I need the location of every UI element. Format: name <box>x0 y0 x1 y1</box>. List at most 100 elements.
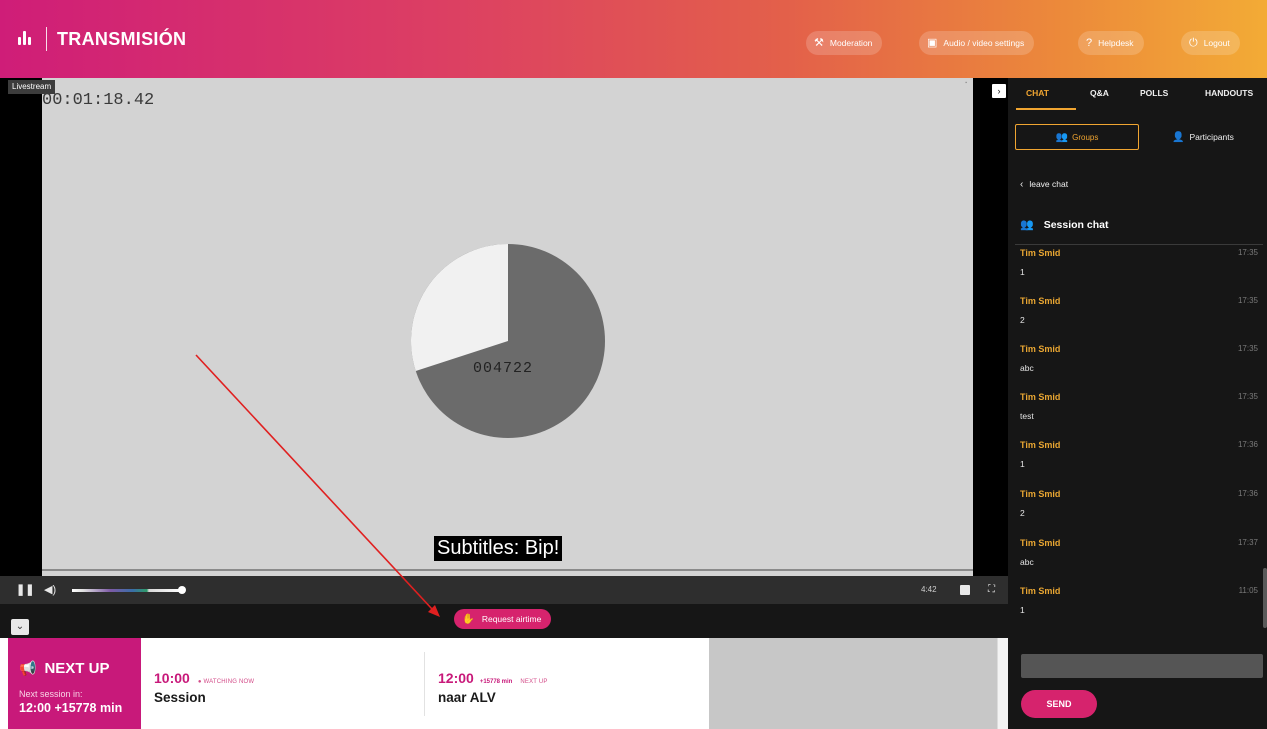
participants-label: Participants <box>1189 132 1234 142</box>
tab-chat[interactable]: CHAT <box>1026 78 1049 108</box>
message-time: 17:37 <box>1237 538 1258 547</box>
message-time: 11:05 <box>1238 586 1258 595</box>
frame-counter: 004722 <box>473 360 534 377</box>
message-text: abc <box>1020 363 1034 373</box>
chat-message: Tim Smid 17:36 1 <box>1020 438 1258 486</box>
participants-button[interactable]: 👤 Participants <box>1172 124 1234 150</box>
message-time: 17:35 <box>1237 248 1258 257</box>
help-icon: ? <box>1086 36 1093 49</box>
video-frame[interactable]: 00:01:18.42 ▪ 004722 Subtitles: Bip! <box>42 78 973 576</box>
session-time-row: 12:00 +15778 min NEXT UP <box>438 670 548 686</box>
chat-message: Tim Smid 17:35 test <box>1020 390 1258 438</box>
session-name: Session <box>154 690 206 705</box>
test-pattern-pie <box>411 244 605 438</box>
session-status-tag: ● WATCHING NOW <box>197 679 255 685</box>
next-up-panel: 📢 NEXT UP Next session in: 12:00 +15778 … <box>8 638 141 729</box>
message-text: 1 <box>1020 605 1025 615</box>
groups-label: Groups <box>1072 132 1099 142</box>
groups-button[interactable]: 👥 Groups <box>1015 124 1139 150</box>
chat-message: Tim Smid 17:35 1 <box>1020 246 1258 294</box>
volume-knob[interactable] <box>177 586 186 594</box>
brand-logo[interactable]: TRANSMISIÓN <box>16 27 186 51</box>
top-header: TRANSMISIÓN ⚒ Moderation ▣ Audio / video… <box>0 0 1267 78</box>
chat-tabs: CHAT Q&A POLLS HANDOUTS <box>1008 78 1267 110</box>
chat-message-input[interactable] <box>1021 654 1263 678</box>
session-time: 12:00 <box>438 670 474 686</box>
message-time: 17:36 <box>1237 489 1258 498</box>
next-up-placeholder <box>709 638 997 729</box>
message-author: Tim Smid <box>1020 296 1061 306</box>
person-icon: 👤 <box>1172 131 1185 143</box>
request-airtime-button[interactable]: ✋ Request airtime <box>454 609 552 629</box>
message-time: 17:35 <box>1237 344 1258 353</box>
video-corner-mark: ▪ <box>965 80 967 86</box>
message-text: 2 <box>1020 315 1025 325</box>
chevron-down-icon[interactable]: ⌄ <box>11 619 29 635</box>
message-text: abc <box>1020 557 1034 567</box>
volume-icon[interactable]: ◀) <box>44 576 56 604</box>
av-settings-icon: ▣ <box>927 36 938 49</box>
chat-divider <box>1015 244 1263 245</box>
av-settings-label: Audio / video settings <box>943 38 1025 48</box>
chat-scrollbar[interactable] <box>1263 568 1267 628</box>
video-player: 00:01:18.42 ▪ 004722 Subtitles: Bip! ❚❚ … <box>0 78 1008 638</box>
next-session-time: 12:00 +15778 min <box>19 701 123 715</box>
volume-slider[interactable] <box>72 586 186 594</box>
subtitle-text: Subtitles: Bip! <box>434 536 563 561</box>
volume-fill <box>72 589 182 592</box>
chat-panel: › CHAT Q&A POLLS HANDOUTS 👥 Groups 👤 Par… <box>992 78 1267 729</box>
av-settings-button[interactable]: ▣ Audio / video settings <box>919 31 1035 55</box>
leave-chat-link[interactable]: ‹ leave chat <box>1020 179 1068 190</box>
logout-button[interactable]: ⏻ Logout <box>1181 31 1240 55</box>
power-icon: ⏻ <box>1189 36 1198 49</box>
tab-qa[interactable]: Q&A <box>1090 78 1109 108</box>
session-time: 10:00 <box>154 670 190 686</box>
chat-message: Tim Smid 17:37 abc <box>1020 536 1258 584</box>
next-up-heading: NEXT UP <box>44 660 110 677</box>
message-author: Tim Smid <box>1020 344 1061 354</box>
tab-handouts[interactable]: HANDOUTS <box>1205 78 1253 108</box>
fullscreen-icon[interactable]: ⛶ <box>988 576 995 604</box>
chat-message: Tim Smid 17:35 2 <box>1020 294 1258 342</box>
chat-message: Tim Smid 17:35 abc <box>1020 342 1258 390</box>
send-button[interactable]: SEND <box>1021 690 1097 718</box>
session-time-row: 10:00 ● WATCHING NOW <box>154 670 254 686</box>
next-up-bar: 📢 NEXT UP Next session in: 12:00 +15778 … <box>0 638 1008 729</box>
message-author: Tim Smid <box>1020 586 1061 596</box>
message-author: Tim Smid <box>1020 538 1061 548</box>
chat-message: Tim Smid 11:05 1 <box>1020 584 1258 632</box>
session-chat-title: Session chat <box>1043 219 1109 231</box>
livestream-badge: Livestream <box>8 80 56 94</box>
logout-label: Logout <box>1203 38 1230 48</box>
below-player-bar: ⌄ ✋ Request airtime <box>0 604 1008 638</box>
session-divider <box>424 652 425 716</box>
message-author: Tim Smid <box>1020 440 1061 450</box>
megaphone-icon: 📢 <box>19 660 37 676</box>
message-time: 17:35 <box>1237 296 1258 305</box>
helpdesk-button[interactable]: ? Helpdesk <box>1078 31 1144 55</box>
groups-icon: 👥 <box>1020 219 1034 231</box>
session-status-tag: NEXT UP <box>520 679 548 685</box>
gavel-icon: ⚒ <box>814 36 824 49</box>
pause-icon[interactable]: ❚❚ <box>16 576 34 604</box>
hand-icon: ✋ <box>462 614 475 625</box>
cc-icon[interactable] <box>960 585 970 595</box>
chat-message-list[interactable]: Tim Smid 17:35 1 Tim Smid 17:35 2 Tim Smid 17… <box>1008 246 1263 626</box>
chat-message: Tim Smid 17:36 2 <box>1020 487 1258 535</box>
next-up-title: 📢 NEXT UP <box>19 660 109 677</box>
groups-icon: 👥 <box>1055 131 1069 143</box>
logo-bars-icon <box>16 28 38 50</box>
session-status-text: WATCHING NOW <box>203 679 255 685</box>
active-tab-indicator <box>1016 108 1076 110</box>
session-offset: +15778 min <box>479 679 513 685</box>
helpdesk-label: Helpdesk <box>1098 38 1134 48</box>
session-chat-heading: 👥 Session chat <box>1020 218 1108 231</box>
message-text: 2 <box>1020 508 1025 518</box>
moderation-button[interactable]: ⚒ Moderation <box>806 31 883 55</box>
video-timecode: 00:01:18.42 <box>42 91 155 110</box>
app-window: TRANSMISIÓN ⚒ Moderation ▣ Audio / video… <box>0 0 1267 729</box>
chevron-right-icon[interactable]: › <box>992 84 1006 98</box>
tab-polls[interactable]: POLLS <box>1140 78 1168 108</box>
message-time: 17:36 <box>1237 440 1258 449</box>
next-up-scrollbar[interactable] <box>997 638 1008 729</box>
